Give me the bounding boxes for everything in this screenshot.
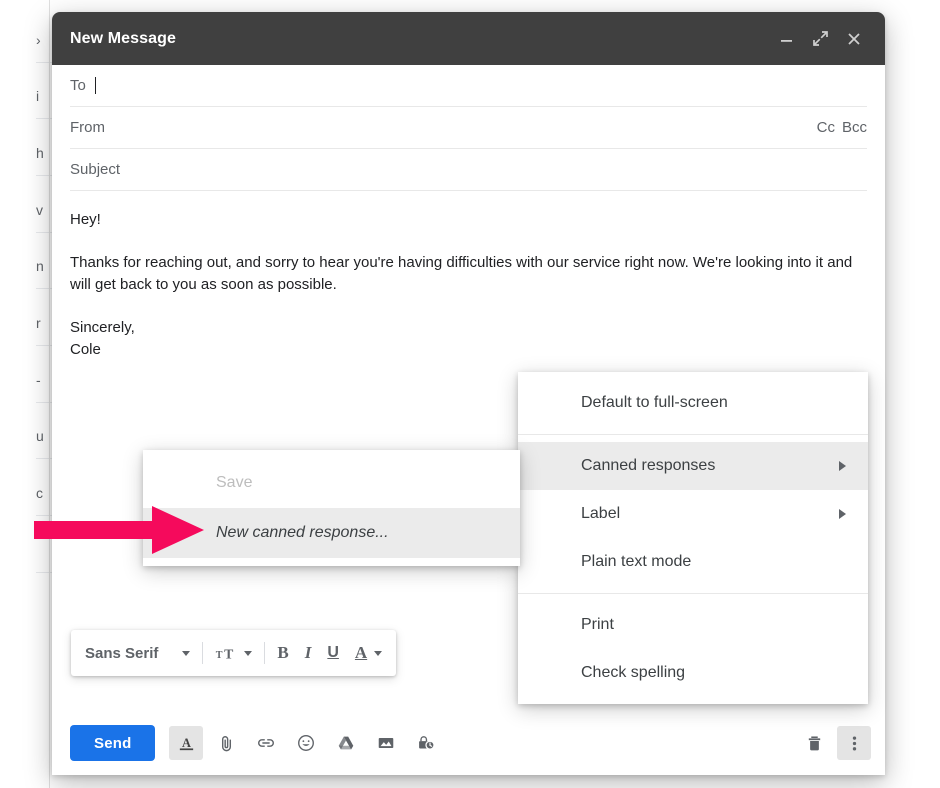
submenu-item-label: New canned response... xyxy=(216,524,389,541)
menu-separator xyxy=(518,434,868,435)
menu-separator xyxy=(518,593,868,594)
insert-photo-icon[interactable] xyxy=(369,726,403,760)
font-family-label: Sans Serif xyxy=(85,644,159,662)
background-text-fragment: c xyxy=(36,485,43,501)
background-text-fragment: u xyxy=(36,428,44,444)
to-label: To xyxy=(70,77,86,94)
chevron-down-icon xyxy=(182,650,191,656)
more-options-icon[interactable] xyxy=(837,726,871,760)
cc-button[interactable]: Cc xyxy=(817,119,835,136)
insert-drive-icon[interactable] xyxy=(329,726,363,760)
bold-button[interactable]: B xyxy=(269,636,296,670)
send-button[interactable]: Send xyxy=(70,725,156,761)
toolbar-divider xyxy=(202,642,204,664)
format-toolbar: Sans Serif T T B I U A xyxy=(71,630,397,676)
background-text-fragment: h xyxy=(36,145,44,161)
submenu-item-label: Save xyxy=(216,474,253,491)
compose-title: New Message xyxy=(70,29,177,47)
menu-item-label: Default to full-screen xyxy=(581,394,728,411)
background-text-fragment: r xyxy=(36,315,41,331)
compose-options-menu: Default to full-screen Canned responses … xyxy=(518,372,868,704)
svg-text:T: T xyxy=(225,646,234,661)
from-label: From xyxy=(70,119,105,136)
insert-link-icon[interactable] xyxy=(249,726,283,760)
background-text-fragment: - xyxy=(36,372,41,388)
italic-button[interactable]: I xyxy=(297,636,320,670)
menu-item-check-spelling[interactable]: Check spelling xyxy=(518,649,868,697)
text-color-label: A xyxy=(354,643,368,662)
subject-label: Subject xyxy=(70,161,121,178)
body-signature: Cole xyxy=(70,341,101,358)
bcc-button[interactable]: Bcc xyxy=(842,119,867,136)
bold-label: B xyxy=(277,643,289,662)
menu-item-label: Canned responses xyxy=(581,457,716,474)
compose-titlebar: New Message xyxy=(52,12,885,65)
chevron-down-icon xyxy=(244,650,253,656)
menu-item-plain-text-mode[interactable]: Plain text mode xyxy=(518,538,868,586)
menu-item-default-to-full-screen[interactable]: Default to full-screen xyxy=(518,379,868,427)
body-greeting: Hey! xyxy=(70,211,101,228)
chevron-down-icon xyxy=(374,650,383,656)
background-text-fragment: n xyxy=(36,258,44,274)
submenu-item-new-canned-response[interactable]: New canned response... xyxy=(143,508,520,558)
screenshot-root: › i h v n r - u c New Message To From Cc… xyxy=(0,0,940,788)
attach-file-icon[interactable] xyxy=(209,726,243,760)
underline-label: U xyxy=(327,644,339,661)
minimize-button[interactable] xyxy=(769,22,803,56)
font-family-selector[interactable]: Sans Serif xyxy=(77,636,198,670)
menu-item-label: Label xyxy=(581,505,621,522)
menu-item-label: Check spelling xyxy=(581,664,686,681)
text-color-button[interactable]: A xyxy=(347,636,390,670)
italic-label: I xyxy=(304,643,312,662)
background-mail-list: › i h v n r - u c xyxy=(0,0,52,788)
underline-button[interactable]: U xyxy=(319,636,347,670)
recipient-fields: To From Cc Bcc Subject xyxy=(52,65,885,191)
background-text-fragment: › xyxy=(36,32,41,48)
svg-text:T: T xyxy=(216,650,223,661)
submenu-item-save: Save xyxy=(143,458,520,508)
menu-item-canned-responses[interactable]: Canned responses xyxy=(518,442,868,490)
menu-item-label: Print xyxy=(581,616,614,633)
body-signoff: Sincerely, xyxy=(70,319,135,336)
font-size-selector[interactable]: T T xyxy=(207,636,260,670)
text-size-icon: T T xyxy=(216,646,234,661)
close-button[interactable] xyxy=(837,22,871,56)
trash-icon[interactable] xyxy=(797,726,831,760)
svg-text:A: A xyxy=(182,735,191,749)
compose-send-bar: Send A xyxy=(52,711,885,775)
subject-field-row[interactable]: Subject xyxy=(70,149,867,191)
cc-bcc-group: Cc Bcc xyxy=(817,119,867,136)
text-cursor xyxy=(94,77,96,94)
background-pane-border xyxy=(49,0,50,788)
insert-emoji-icon[interactable] xyxy=(289,726,323,760)
menu-item-print[interactable]: Print xyxy=(518,601,868,649)
menu-item-label: Plain text mode xyxy=(581,553,692,570)
send-bar-right-group xyxy=(783,726,871,760)
fullscreen-button[interactable] xyxy=(803,22,837,56)
formatting-options-icon[interactable]: A xyxy=(169,726,204,760)
toolbar-divider xyxy=(264,642,266,664)
confidential-mode-icon[interactable] xyxy=(409,726,443,760)
canned-responses-submenu: Save New canned response... xyxy=(143,450,520,566)
menu-item-label[interactable]: Label xyxy=(518,490,868,538)
background-text-fragment: i xyxy=(36,88,40,104)
background-text-fragment: v xyxy=(36,202,43,218)
to-field-row[interactable]: To xyxy=(70,65,867,107)
body-paragraph: Thanks for reaching out, and sorry to he… xyxy=(70,254,853,293)
chevron-right-icon xyxy=(839,461,846,471)
from-field-row[interactable]: From Cc Bcc xyxy=(70,107,867,149)
chevron-right-icon xyxy=(839,509,846,519)
